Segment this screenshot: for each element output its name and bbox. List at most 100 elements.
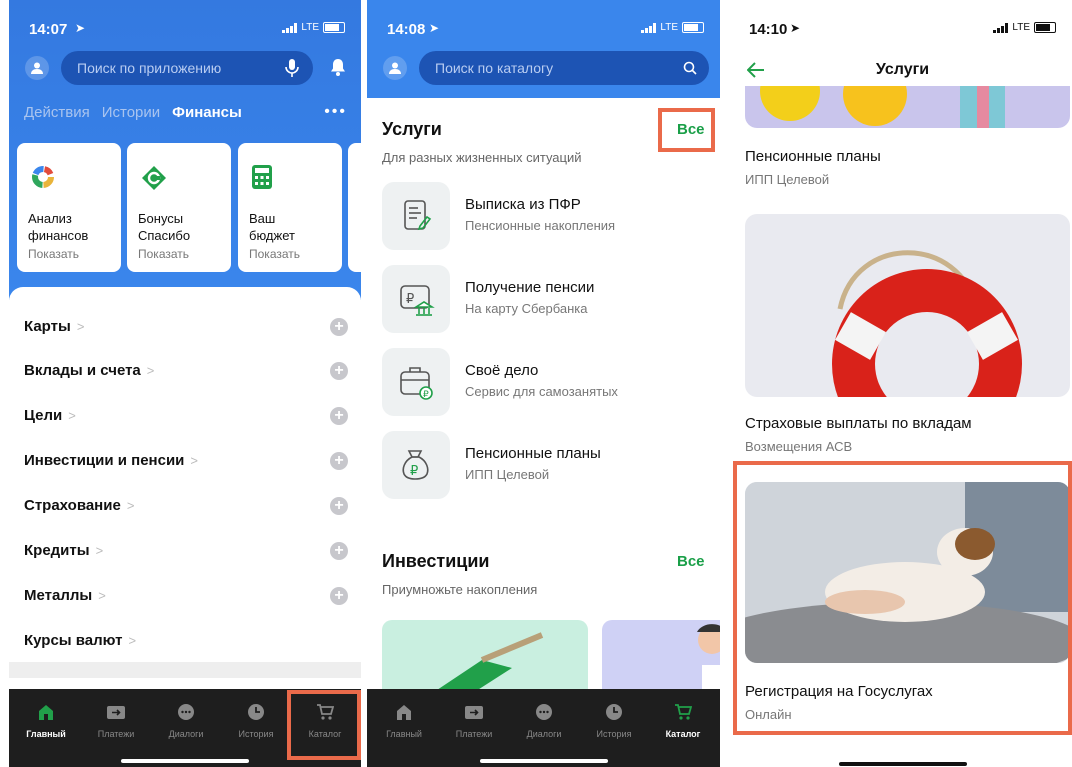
- service-title[interactable]: Страховые выплаты по вкладам: [745, 415, 972, 432]
- profile-avatar[interactable]: [25, 56, 49, 80]
- user-icon: [389, 62, 401, 74]
- service-title[interactable]: Пенсионные планы: [465, 445, 601, 462]
- add-credits-button[interactable]: +: [330, 542, 348, 560]
- service-title[interactable]: Выписка из ПФР: [465, 196, 581, 213]
- profile-avatar[interactable]: [383, 56, 407, 80]
- transfer-icon: [465, 706, 483, 719]
- tab-payments[interactable]: Платежи: [439, 703, 509, 739]
- category-cards[interactable]: Карты >: [24, 318, 84, 335]
- category-goals[interactable]: Цели >: [24, 407, 76, 424]
- svg-text:₽: ₽: [406, 292, 414, 307]
- service-icon-pfr: [382, 182, 450, 250]
- bell-icon[interactable]: [330, 58, 346, 76]
- category-deposits[interactable]: Вклады и счета >: [24, 362, 154, 379]
- tab-catalog[interactable]: Каталог: [648, 703, 718, 739]
- investment-promo-image-2[interactable]: [602, 620, 720, 700]
- tab-history[interactable]: История: [579, 703, 649, 739]
- service-subtitle: ИПП Целевой: [465, 467, 550, 482]
- clock-icon: [248, 704, 264, 720]
- investments-all-link[interactable]: Все: [677, 553, 705, 570]
- calculator-icon: [252, 165, 272, 189]
- home-indicator: [121, 759, 249, 763]
- signal-icon: [282, 22, 298, 33]
- deposit-insurance-image[interactable]: [745, 214, 1070, 397]
- service-title[interactable]: Пенсионные планы: [745, 148, 881, 165]
- service-subtitle: Возмещения АСВ: [745, 439, 853, 454]
- feed-tabs: Действия Истории Финансы: [24, 104, 254, 121]
- service-title[interactable]: Получение пенсии: [465, 279, 594, 296]
- network-label: LTE: [660, 22, 678, 33]
- status-bar: 14:10 ➤ LTE: [733, 19, 1072, 41]
- add-investments-button[interactable]: +: [330, 452, 348, 470]
- nav-bar: Услуги: [733, 54, 1072, 86]
- service-subtitle: ИПП Целевой: [745, 172, 830, 187]
- category-credits[interactable]: Кредиты >: [24, 542, 103, 559]
- add-cards-button[interactable]: +: [330, 318, 348, 336]
- spasibo-icon: [142, 166, 166, 190]
- more-icon[interactable]: •••: [324, 103, 347, 121]
- add-metals-button[interactable]: +: [330, 587, 348, 605]
- service-icon-business: ₽: [382, 348, 450, 416]
- lifebuoy-illustration: [832, 250, 1022, 397]
- card-partial[interactable]: [348, 143, 361, 272]
- category-investments[interactable]: Инвестиции и пенсии >: [24, 452, 198, 469]
- tab-home[interactable]: Главный: [11, 703, 81, 739]
- status-time: 14:10: [749, 21, 788, 38]
- tab-history[interactable]: История: [221, 703, 291, 739]
- location-arrow-icon: ➤: [75, 21, 86, 35]
- tab-home[interactable]: Главный: [369, 703, 439, 739]
- status-bar: 14:08 ➤ LTE: [367, 19, 720, 41]
- tab-dialogs[interactable]: Диалоги: [151, 703, 221, 739]
- money-bag-icon: ₽: [402, 450, 429, 480]
- document-icon: [404, 200, 432, 231]
- chevron-right-icon: >: [68, 408, 76, 423]
- category-insurance[interactable]: Страхование >: [24, 497, 134, 514]
- tab-finances[interactable]: Финансы: [172, 104, 242, 121]
- section-subtitle-services: Для разных жизненных ситуаций: [382, 150, 582, 165]
- pension-bank-icon: ₽: [400, 285, 435, 316]
- card-spasibo-bonus[interactable]: Бонусы Спасибо Показать: [127, 143, 231, 272]
- battery-icon: [682, 22, 704, 33]
- tab-actions[interactable]: Действия: [24, 104, 90, 121]
- chevron-right-icon: >: [95, 543, 104, 558]
- network-label: LTE: [1012, 22, 1030, 33]
- service-title[interactable]: Своё дело: [465, 362, 538, 379]
- service-subtitle: Сервис для самозанятых: [465, 384, 618, 399]
- balloons-illustration: [760, 86, 1005, 128]
- card-finance-analysis[interactable]: Анализ финансов Показать: [17, 143, 121, 272]
- tab-payments[interactable]: Платежи: [81, 703, 151, 739]
- status-bar: 14:07 ➤ LTE: [9, 19, 361, 41]
- catalog-search-input[interactable]: Поиск по каталогу: [419, 51, 709, 85]
- products-sheet: [9, 287, 361, 687]
- category-exchange-rates[interactable]: Курсы валют >: [24, 632, 136, 649]
- add-goals-button[interactable]: +: [330, 407, 348, 425]
- cart-icon: [675, 704, 692, 720]
- service-subtitle: Пенсионные накопления: [465, 218, 616, 233]
- chevron-right-icon: >: [126, 498, 135, 513]
- mic-icon[interactable]: [285, 59, 299, 77]
- battery-icon: [323, 22, 345, 33]
- investment-promo-image[interactable]: [382, 620, 588, 700]
- add-insurance-button[interactable]: +: [330, 497, 348, 515]
- highlight-gosuslugi-item: [733, 461, 1072, 735]
- transfer-icon: [107, 706, 125, 719]
- tab-dialogs[interactable]: Диалоги: [509, 703, 579, 739]
- add-deposits-button[interactable]: +: [330, 362, 348, 380]
- chevron-right-icon: >: [146, 363, 155, 378]
- category-metals[interactable]: Металлы >: [24, 587, 106, 604]
- signal-icon: [993, 22, 1009, 33]
- section-subtitle-investments: Приумножьте накопления: [382, 582, 538, 597]
- location-arrow-icon: ➤: [790, 21, 801, 35]
- pension-plans-image[interactable]: [745, 86, 1070, 128]
- card-your-budget[interactable]: Ваш бюджет Показать: [238, 143, 342, 272]
- chevron-right-icon: >: [128, 633, 137, 648]
- section-title-investments: Инвестиции: [382, 551, 490, 571]
- location-arrow-icon: ➤: [429, 21, 440, 35]
- person-illustration: [697, 624, 720, 700]
- screen-services-list: 14:10 ➤ LTE Услуги Пенсионные планы ИПП Ц…: [733, 0, 1072, 767]
- app-search-input[interactable]: Поиск по приложению: [61, 51, 313, 85]
- highlight-catalog-tab: [287, 690, 361, 760]
- clock-icon: [606, 704, 622, 720]
- home-icon: [397, 705, 411, 720]
- tab-stories[interactable]: Истории: [102, 104, 160, 121]
